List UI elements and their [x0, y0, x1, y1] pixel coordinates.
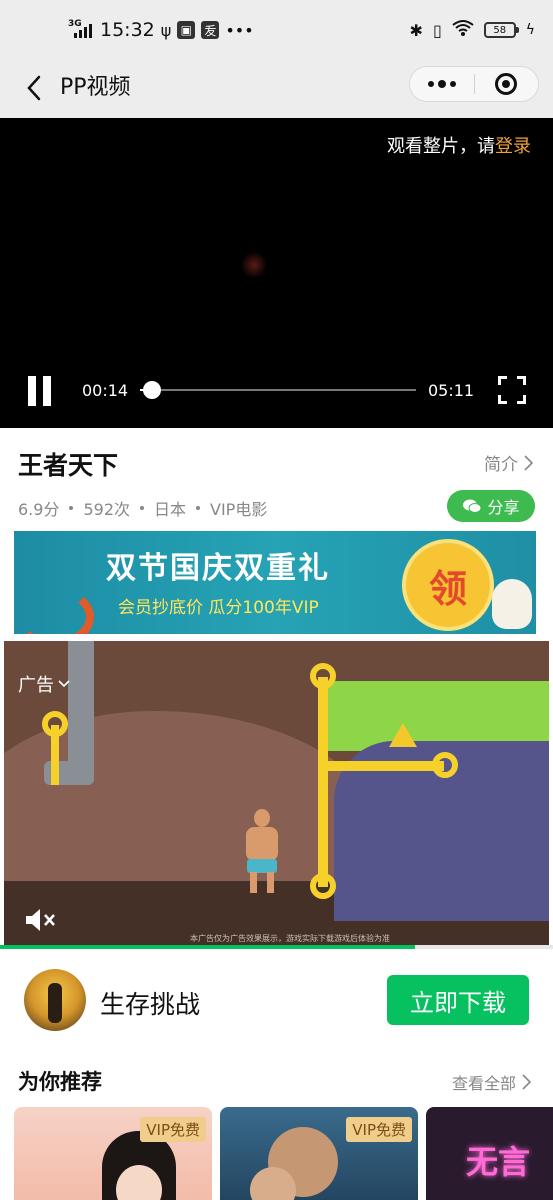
rating: 6.9分	[18, 500, 60, 519]
app-icon-2: 叐	[201, 21, 220, 39]
video-progress-bar[interactable]	[140, 381, 416, 399]
poster-neon-text: 无言	[466, 1143, 531, 1181]
character-illustration	[240, 809, 286, 893]
ad-caption: 本广告仅为广告效果展示，游戏实际下载游戏后体验为准	[190, 934, 390, 943]
video-player[interactable]: 观看整片，请登录 00:14 05:11	[0, 118, 553, 428]
recommend-card[interactable]: VIP免费	[220, 1107, 418, 1200]
vip-badge: VIP免费	[140, 1117, 206, 1142]
bluetooth-icon: ✱	[409, 20, 423, 40]
ad-video[interactable]: 广告 本广告仅为广告效果展示，游戏实际下载游戏后体验为准	[4, 641, 549, 947]
chevron-right-icon	[524, 454, 533, 471]
status-bar: 3G 15:32 ψ ▣ 叐 ••• ✱ ▯ 58 ϟ	[0, 0, 553, 58]
login-hint-text: 观看整片，请	[387, 136, 495, 157]
login-hint: 观看整片，请登录	[387, 132, 531, 158]
login-link[interactable]: 登录	[495, 136, 531, 157]
more-dots-icon[interactable]	[410, 67, 474, 101]
app-name: 生存挑战	[100, 990, 201, 1019]
pause-button[interactable]	[28, 376, 54, 406]
target-icon[interactable]	[475, 67, 539, 101]
battery-icon: 58	[483, 22, 519, 38]
ad-label[interactable]: 广告	[18, 671, 70, 697]
status-time: 15:32	[100, 19, 155, 41]
recommend-cards: VIP免费 VIP免费 无言	[14, 1107, 553, 1200]
play-count: 592次	[83, 500, 130, 519]
chevron-right-icon	[522, 1074, 531, 1090]
mini-program-capsule	[409, 66, 539, 102]
video-frame-glow	[242, 250, 266, 280]
fullscreen-icon[interactable]	[498, 376, 526, 404]
video-progress-thumb[interactable]	[143, 381, 162, 399]
intro-link[interactable]: 简介	[484, 450, 533, 475]
signal-icon: 3G	[68, 20, 94, 40]
category: VIP电影	[210, 500, 268, 519]
app-icon: ▣	[177, 21, 196, 39]
rabbit-illustration	[492, 579, 532, 629]
ad-label-text: 广告	[18, 675, 54, 696]
promo-banner[interactable]: 双节国庆双重礼 会员抄底价 瓜分100年VIP 领	[14, 531, 536, 634]
ad-progress-fill	[0, 945, 415, 949]
banner-claim-badge[interactable]: 领	[402, 539, 494, 631]
wifi-icon	[452, 19, 474, 41]
nav-bar: PP视频	[0, 58, 553, 118]
app-avatar[interactable]	[24, 969, 86, 1031]
page-title: PP视频	[60, 75, 131, 100]
movie-title: 王者天下	[18, 451, 119, 480]
banner-decoration	[14, 587, 94, 634]
recommend-title: 为你推荐	[18, 1070, 102, 1094]
ad-progress-bar	[0, 945, 553, 949]
duration-time: 05:11	[428, 381, 475, 400]
more-icon: •••	[225, 20, 254, 40]
pipe-illustration	[68, 641, 94, 781]
download-button[interactable]: 立即下载	[387, 975, 529, 1025]
intro-label: 简介	[484, 455, 518, 475]
view-all-label: 查看全部	[451, 1074, 516, 1093]
banner-title: 双节国庆双重礼	[106, 551, 330, 586]
banner-subtitle: 会员抄底价 瓜分100年VIP	[118, 598, 319, 618]
recommend-card[interactable]: VIP免费	[14, 1107, 212, 1200]
share-button[interactable]: 分享	[447, 490, 535, 522]
movie-meta: 6.9分 592次 日本 VIP电影	[18, 496, 267, 520]
mute-icon[interactable]	[22, 905, 58, 935]
status-left: 3G 15:32 ψ ▣ 叐 •••	[68, 18, 254, 42]
region: 日本	[154, 500, 187, 519]
share-label: 分享	[487, 498, 520, 517]
warning-icon	[389, 723, 417, 747]
view-all-link[interactable]: 查看全部	[452, 1070, 531, 1094]
wechat-icon	[463, 499, 482, 513]
status-right: ✱ ▯ 58 ϟ	[410, 19, 535, 41]
vibrate-icon: ▯	[432, 20, 442, 40]
chevron-down-icon	[58, 680, 70, 688]
charging-icon: ϟ	[525, 22, 535, 38]
recommend-card[interactable]: 无言	[426, 1107, 553, 1200]
usb-icon: ψ	[160, 20, 172, 40]
app-download-row: 生存挑战 立即下载	[0, 955, 553, 1045]
back-icon[interactable]	[20, 72, 48, 104]
vip-badge: VIP免费	[346, 1117, 412, 1142]
current-time: 00:14	[82, 381, 129, 400]
